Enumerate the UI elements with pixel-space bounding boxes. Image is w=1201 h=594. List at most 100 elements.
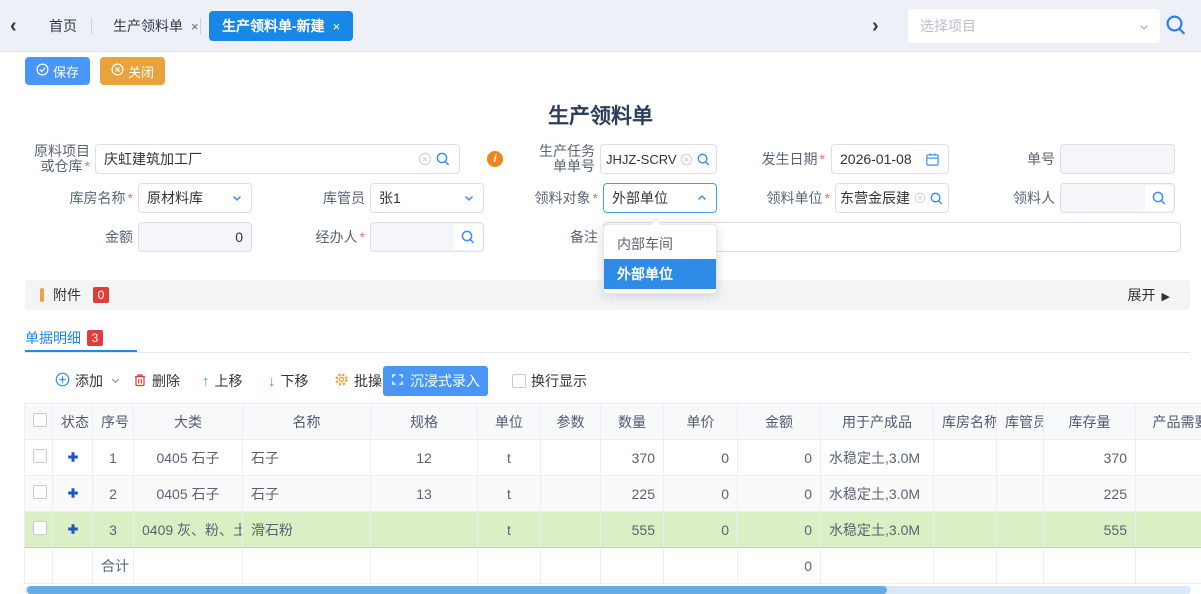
plus-cross-icon[interactable]	[67, 486, 79, 502]
tab-detail-label: 单据明细	[25, 330, 81, 346]
row-checkbox[interactable]	[33, 485, 47, 499]
magnifier-icon[interactable]	[435, 151, 451, 167]
cell-seq: 2	[93, 476, 134, 512]
dropdown-option-external[interactable]: 外部单位	[604, 259, 716, 289]
info-circle-icon[interactable]: i	[487, 151, 503, 167]
tabs-scroll-left-icon[interactable]: ‹	[10, 13, 17, 39]
cell-need	[1136, 512, 1201, 548]
cell-product: 水稳定土,3.0M	[821, 512, 934, 548]
clear-circle-icon[interactable]	[914, 192, 926, 204]
delete-row-button[interactable]: 删除	[133, 366, 180, 396]
attachments-count-badge: 0	[93, 287, 109, 303]
col-amount: 金额	[738, 404, 821, 440]
move-up-button[interactable]: ↑ 上移	[202, 366, 243, 396]
col-qty: 数量	[601, 404, 664, 440]
cell-param	[541, 512, 601, 548]
cell-keeper	[997, 476, 1044, 512]
check-circle-icon	[36, 63, 49, 79]
tab-close-icon[interactable]: ×	[333, 19, 341, 34]
cell-stock: 225	[1044, 476, 1136, 512]
tab-requisition-list[interactable]: 生产领料单 ×	[100, 11, 212, 41]
col-need: 产品需要	[1136, 404, 1201, 440]
requisition-target-select[interactable]: 外部单位	[603, 183, 717, 213]
clear-circle-icon[interactable]	[680, 153, 693, 166]
cell-price: 0	[664, 476, 738, 512]
occur-date-label: 发生日期	[743, 144, 825, 174]
horizontal-scrollbar[interactable]	[25, 586, 1191, 594]
tab-divider	[91, 18, 92, 34]
gear-icon	[334, 372, 349, 390]
project-select-input[interactable]	[920, 18, 1130, 34]
tab-close-icon[interactable]: ×	[191, 19, 199, 34]
cell-qty: 370	[601, 440, 664, 476]
task-no-input[interactable]: JHJZ-SCRV	[600, 144, 717, 174]
search-icon[interactable]	[1164, 13, 1188, 42]
select-all-checkbox[interactable]	[33, 413, 47, 427]
requisition-unit-label: 领料单位	[748, 183, 830, 213]
tab-label: 生产领料单-新建	[222, 18, 325, 34]
row-checkbox[interactable]	[33, 449, 47, 463]
cell-spec	[371, 512, 478, 548]
immersive-entry-button[interactable]: 沉浸式录入	[383, 366, 488, 396]
warehouse-name-select[interactable]: 原材料库	[138, 183, 252, 213]
table-row: 1 0405 石子 石子 12 t 370 0 0 水稳定土,3.0M 370	[25, 440, 1201, 476]
warehouse-keeper-select[interactable]: 张1	[370, 183, 484, 213]
cell-unit: t	[478, 512, 541, 548]
agent-input[interactable]	[370, 222, 484, 252]
calendar-icon[interactable]	[925, 152, 940, 167]
magnifier-icon[interactable]	[929, 191, 944, 206]
expand-toggle[interactable]: 展开▶	[1128, 280, 1170, 312]
requisition-person-input[interactable]	[1060, 183, 1175, 213]
tab-requisition-new[interactable]: 生产领料单-新建 ×	[209, 11, 353, 41]
dropdown-option-internal[interactable]: 内部车间	[604, 229, 716, 259]
cell-stock: 370	[1044, 440, 1136, 476]
tab-label: 生产领料单	[113, 18, 183, 34]
table-header-row: 状态 序号 大类 名称 规格 单位 参数 数量 单价 金额 用于产成品 库房名称…	[25, 404, 1201, 440]
trash-icon	[133, 373, 147, 390]
tab-detail[interactable]: 单据明细3	[25, 328, 103, 348]
chevron-down-icon	[231, 192, 243, 204]
cell-keeper	[997, 512, 1044, 548]
cell-category: 0405 石子	[134, 440, 243, 476]
requisition-person-label: 领料人	[975, 183, 1055, 213]
scrollbar-thumb[interactable]	[27, 586, 887, 594]
magnifier-icon[interactable]	[1145, 185, 1173, 211]
cell-keeper	[997, 440, 1044, 476]
material-project-input[interactable]: 庆虹建筑加工厂	[95, 144, 460, 174]
wrap-display-toggle[interactable]: 换行显示	[512, 366, 587, 396]
plus-cross-icon[interactable]	[67, 522, 79, 538]
add-row-button[interactable]: 添加	[55, 366, 121, 396]
attachments-label: 附件	[53, 280, 81, 310]
save-button[interactable]: 保存	[25, 57, 90, 85]
cell-unit: t	[478, 440, 541, 476]
cell-qty: 555	[601, 512, 664, 548]
col-category: 大类	[134, 404, 243, 440]
warehouse-name-label: 库房名称	[28, 183, 133, 213]
wrap-display-checkbox[interactable]	[512, 374, 526, 388]
magnifier-icon[interactable]	[696, 152, 711, 167]
section-marker	[40, 288, 44, 302]
tabs-scroll-right-icon[interactable]: ›	[872, 13, 879, 39]
tab-home[interactable]: 首页	[36, 11, 90, 41]
col-param: 参数	[541, 404, 601, 440]
close-button[interactable]: 关闭	[100, 57, 165, 85]
cell-need	[1136, 476, 1201, 512]
plus-cross-icon[interactable]	[67, 450, 79, 466]
project-select[interactable]	[908, 9, 1160, 43]
cell-category: 0405 石子	[134, 476, 243, 512]
cell-product: 水稳定土,3.0M	[821, 476, 934, 512]
row-checkbox[interactable]	[33, 521, 47, 535]
requisition-target-label: 领料对象	[513, 183, 598, 213]
table-row-selected: 3 0409 灰、粉、土 滑石粉 t 555 0 0 水稳定土,3.0M 555	[25, 512, 1201, 548]
chevron-down-icon	[463, 192, 475, 204]
occur-date-input[interactable]: 2026-01-08	[831, 144, 949, 174]
chevron-down-icon[interactable]	[1138, 20, 1150, 38]
requisition-unit-input[interactable]: 东营金辰建	[835, 183, 949, 213]
move-down-button[interactable]: ↓ 下移	[268, 366, 309, 396]
magnifier-icon[interactable]	[454, 224, 482, 250]
page-title: 生产领料单	[0, 100, 1201, 130]
triangle-right-icon: ▶	[1162, 291, 1170, 303]
chevron-down-icon	[110, 373, 121, 389]
table-total-row: 合计 0	[25, 548, 1201, 584]
clear-circle-icon[interactable]	[418, 152, 432, 166]
